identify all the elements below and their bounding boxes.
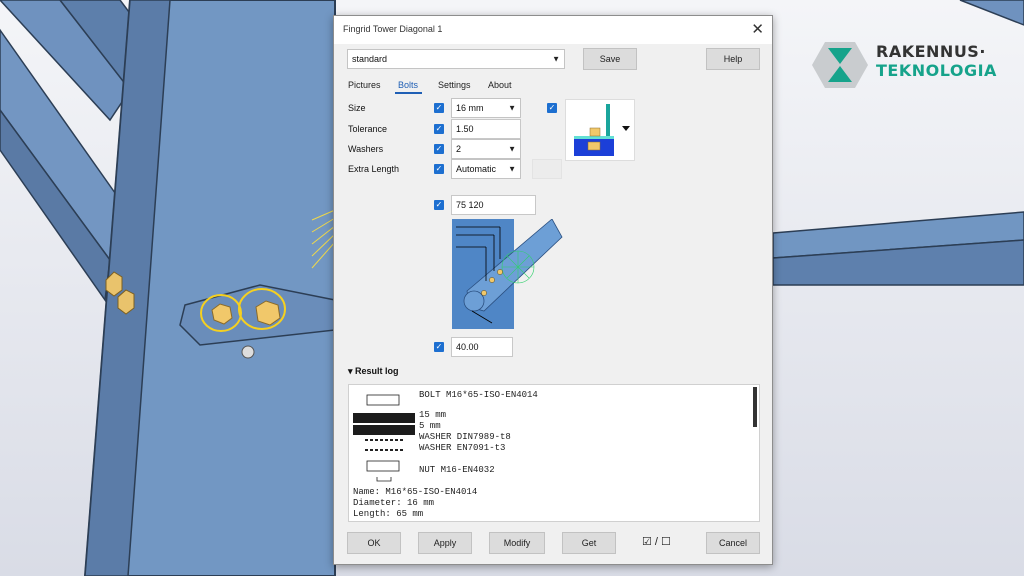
- rakennusteknologia-logo: RAKENNUS· TEKNOLOGIA: [810, 40, 1010, 90]
- apply-button[interactable]: Apply: [418, 532, 472, 554]
- log-line-length: Length: 65 mm: [353, 509, 424, 519]
- tolerance-label: Tolerance: [348, 124, 388, 134]
- edge-distance-input[interactable]: 40.00: [451, 337, 513, 357]
- tab-settings[interactable]: Settings: [438, 80, 471, 90]
- log-line-dim1: 15 mm: [419, 410, 447, 420]
- active-tab-indicator: [395, 92, 422, 94]
- size-value: 16 mm: [456, 103, 484, 113]
- preset-value: standard: [352, 54, 388, 64]
- triangle-down-icon: ▾: [348, 366, 353, 376]
- picture-checkbox[interactable]: ✓: [547, 103, 557, 113]
- extra-length-placeholder: [532, 159, 562, 179]
- origin-marker: [241, 345, 255, 359]
- chevron-down-icon: ▼: [508, 103, 516, 113]
- close-icon[interactable]: ✕: [751, 20, 764, 38]
- log-line-washer1: WASHER DIN7989-t8: [419, 432, 511, 442]
- bolt-assembly-icon: [574, 104, 630, 156]
- bolt-distances-input[interactable]: 75 120: [451, 195, 536, 215]
- ok-button[interactable]: OK: [347, 532, 401, 554]
- result-log-panel[interactable]: BOLT M16*65-ISO-EN4014 15 mm 5 mm WASHER…: [348, 384, 760, 522]
- washers-checkbox[interactable]: ✓: [434, 144, 444, 154]
- preset-select[interactable]: standard ▼: [347, 49, 565, 69]
- size-checkbox[interactable]: ✓: [434, 103, 444, 113]
- logo-line-2: TEKNOLOGIA: [876, 61, 997, 80]
- washers-value: 2: [456, 144, 462, 154]
- washers-label: Washers: [348, 144, 384, 154]
- log-line-dim2: 5 mm: [419, 421, 441, 431]
- logo-wordmark: RAKENNUS· TEKNOLOGIA: [876, 42, 997, 80]
- dialog-titlebar[interactable]: Fingrid Tower Diagonal 1 ✕: [334, 16, 772, 44]
- help-button[interactable]: Help: [706, 48, 760, 70]
- tolerance-checkbox[interactable]: ✓: [434, 124, 444, 134]
- extra-length-label: Extra Length: [348, 164, 400, 174]
- toggle-checkboxes-button[interactable]: ☑ / ☐: [642, 535, 671, 548]
- tolerance-input[interactable]: 1.50: [451, 119, 521, 139]
- result-log-header[interactable]: ▾ Result log: [348, 366, 399, 377]
- size-select[interactable]: 16 mm ▼: [451, 98, 521, 118]
- size-label: Size: [348, 103, 366, 113]
- bolt-stack-icon: [353, 394, 415, 482]
- cancel-button[interactable]: Cancel: [706, 532, 760, 554]
- scrollbar-thumb[interactable]: [753, 387, 757, 427]
- bolt-type-preview[interactable]: [565, 99, 635, 161]
- logo-line-1: RAKENNUS·: [876, 42, 986, 61]
- bolt-distances-checkbox[interactable]: ✓: [434, 200, 444, 210]
- modify-button[interactable]: Modify: [489, 532, 545, 554]
- log-line-diameter: Diameter: 16 mm: [353, 498, 435, 508]
- washers-select[interactable]: 2 ▼: [451, 139, 521, 159]
- chevron-down-icon: ▼: [552, 54, 560, 64]
- chevron-down-icon: ▼: [508, 144, 516, 154]
- edge-distance-checkbox[interactable]: ✓: [434, 342, 444, 352]
- hexagon-logo-icon: [812, 42, 868, 88]
- get-button[interactable]: Get: [562, 532, 616, 554]
- tab-about[interactable]: About: [488, 80, 512, 90]
- log-line-bolt: BOLT M16*65-ISO-EN4014: [419, 390, 538, 400]
- component-dialog: Fingrid Tower Diagonal 1 ✕ standard ▼ Sa…: [333, 15, 773, 565]
- extra-length-checkbox[interactable]: ✓: [434, 164, 444, 174]
- log-line-washer2: WASHER EN7091-t3: [419, 443, 506, 453]
- result-log-title: Result log: [355, 366, 399, 376]
- extra-length-select[interactable]: Automatic ▼: [451, 159, 521, 179]
- dialog-title: Fingrid Tower Diagonal 1: [343, 24, 443, 34]
- tab-bolts[interactable]: Bolts: [398, 80, 418, 90]
- save-button[interactable]: Save: [583, 48, 637, 70]
- chevron-down-icon: ▼: [508, 164, 516, 174]
- log-line-nut: NUT M16-EN4032: [419, 465, 495, 475]
- tab-pictures[interactable]: Pictures: [348, 80, 381, 90]
- bolt-layout-diagram: [452, 219, 563, 329]
- log-line-name: Name: M16*65-ISO-EN4014: [353, 487, 478, 497]
- extra-length-value: Automatic: [456, 164, 497, 174]
